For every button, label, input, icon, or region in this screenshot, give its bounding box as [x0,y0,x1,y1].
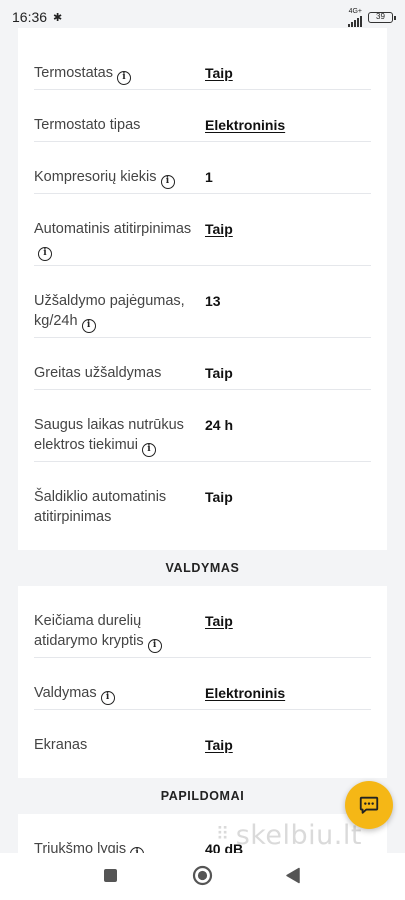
circle-home-icon [192,865,213,886]
spec-row: Šaldiklio automatinis atitirpinimas Taip [34,462,371,550]
recents-button[interactable] [103,868,118,883]
spec-label-text: Greitas užšaldymas [34,365,162,381]
specs-card: Termostatas i Taip Termostato tipas Elektron… [18,28,387,856]
spec-label: Valdymas i [34,683,202,705]
info-icon[interactable]: i [160,174,175,189]
status-time: 16:36 [12,9,48,25]
network-indicator: 4G+ [348,8,362,27]
spec-label: Saugus laikas nutrūkus elektros tiekimui… [34,415,202,457]
spec-row: Termostato tipas Elektroninis [34,90,371,142]
spec-label: Užšaldymo pajėgumas, kg/24h i [34,291,202,333]
notification-icon: ✱ [53,11,63,24]
spec-value-link[interactable]: Elektroninis [205,115,285,135]
info-icon[interactable]: i [100,690,115,705]
spec-label-text: Termostatas [34,65,113,81]
spec-value: 24 h [205,417,234,433]
spec-label: Ekranas [34,735,202,755]
battery-icon: 39 [368,11,396,23]
spec-label: Greitas užšaldymas [34,363,202,383]
battery-level: 39 [376,12,385,21]
spec-value-link[interactable]: Taip [205,63,233,83]
network-label: 4G+ [348,7,362,15]
spec-value-link[interactable]: Taip [205,735,233,755]
spec-row: Triukšmo lygis i 40 dB [34,814,371,856]
info-icon[interactable]: i [141,442,156,457]
section-header-papildomai: PAPILDOMAI [18,778,387,814]
spec-row: Greitas užšaldymas Taip [34,338,371,390]
info-icon[interactable]: i [116,70,131,85]
info-icon[interactable]: i [38,246,52,261]
spec-value-link[interactable]: Taip [205,219,233,239]
spec-value: 1 [205,169,213,185]
spec-row: Valdymas i Elektroninis [34,658,371,710]
back-button[interactable] [285,867,301,884]
spec-label-text: Termostato tipas [34,117,141,133]
spec-value: Taip [205,489,233,505]
spec-label: Keičiama durelių atidarymo kryptis i [34,611,202,653]
section-header-valdymas: VALDYMAS [18,550,387,586]
spec-label-text: Kompresorių kiekis [34,169,157,185]
signal-icon [348,15,362,27]
spec-label-text: Šaldiklio automatinis atitirpinimas [34,489,167,525]
spec-label: Automatinis atitirpinimas i [34,219,202,261]
spec-row: Kompresorių kiekis i 1 [34,142,371,194]
chat-icon [359,796,379,814]
status-indicators: 4G+ 39 [348,8,396,27]
square-icon [104,869,117,882]
home-button[interactable] [192,865,213,886]
spec-value: 13 [205,293,221,309]
back-triangle-icon [286,867,300,884]
spec-value: Taip [205,365,233,381]
spec-label: Šaldiklio automatinis atitirpinimas [34,487,202,527]
info-icon[interactable]: i [81,318,96,333]
spec-value-link[interactable]: Elektroninis [205,683,285,703]
spec-label-text: Keičiama durelių atidarymo kryptis [34,613,144,649]
spec-value-link[interactable]: Taip [205,611,233,631]
spec-label-text: Užšaldymo pajėgumas, kg/24h [34,293,185,329]
system-nav-bar [0,853,405,900]
section-title: VALDYMAS [165,561,240,575]
chat-button[interactable] [345,781,393,829]
spec-label: Kompresorių kiekis i [34,167,202,189]
spec-label-text: Automatinis atitirpinimas [34,221,192,237]
info-icon[interactable]: i [147,638,162,653]
section-title: PAPILDOMAI [160,789,245,803]
spec-row: Automatinis atitirpinimas i Taip [34,194,371,266]
spec-row: Saugus laikas nutrūkus elektros tiekimui… [34,390,371,462]
spec-row: Termostatas i Taip [34,38,371,90]
spec-label: Termostatas i [34,63,202,85]
spec-label-text: Valdymas [34,685,97,701]
spec-row: Užšaldymo pajėgumas, kg/24h i 13 [34,266,371,338]
spec-label-text: Saugus laikas nutrūkus elektros tiekimui [34,417,184,453]
spec-label-text: Ekranas [34,737,88,753]
spec-row: Ekranas Taip [34,710,371,778]
spec-row: Keičiama durelių atidarymo kryptis i Taip [34,586,371,658]
spec-label: Termostato tipas [34,115,202,135]
